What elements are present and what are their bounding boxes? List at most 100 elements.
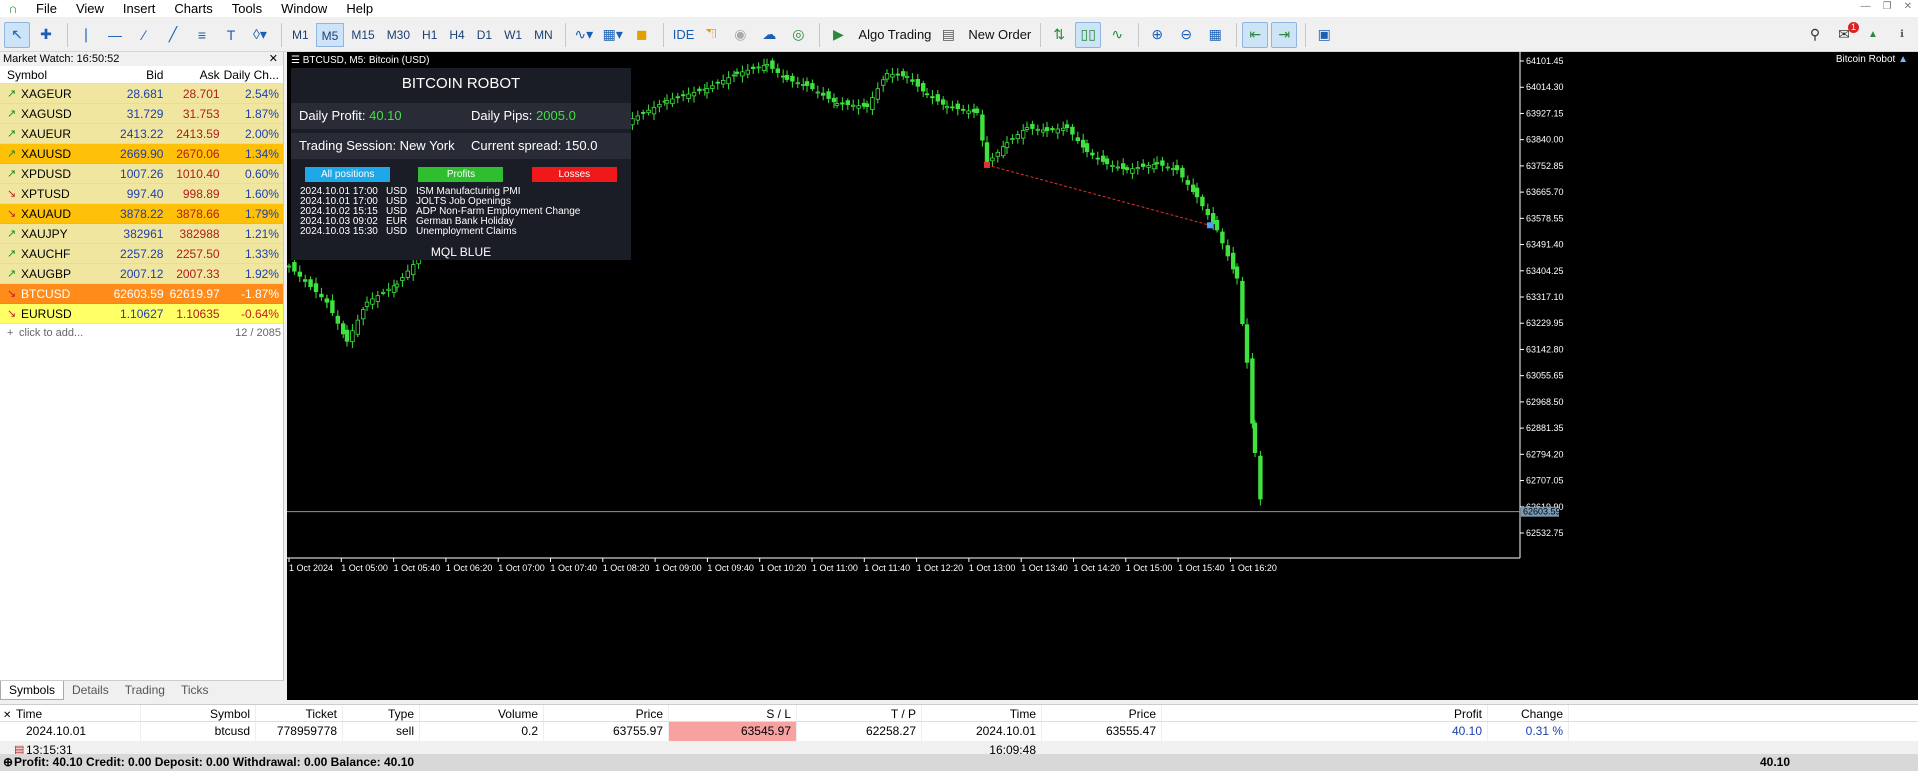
expand-icon[interactable]: ⊕ bbox=[3, 754, 13, 771]
new-order-button[interactable]: New Order bbox=[964, 27, 1035, 42]
bar-chart-icon[interactable]: ⇅ bbox=[1046, 22, 1072, 48]
trade-col-header[interactable]: Price bbox=[544, 705, 669, 721]
channel-icon[interactable]: ╱ bbox=[160, 22, 186, 48]
timeframe-m5[interactable]: M5 bbox=[315, 22, 345, 47]
fibonacci-icon[interactable]: ≡ bbox=[189, 22, 215, 48]
crosshair-icon[interactable]: ✚ bbox=[33, 22, 59, 48]
tab-ticks[interactable]: Ticks bbox=[173, 681, 217, 700]
trade-col-header[interactable]: Symbol bbox=[141, 705, 256, 721]
tab-symbols[interactable]: Symbols bbox=[0, 681, 65, 700]
trade-col-header[interactable]: Ticket bbox=[256, 705, 343, 721]
restore-icon[interactable]: ❐ bbox=[1883, 1, 1892, 12]
timeframe-h1[interactable]: H1 bbox=[417, 23, 442, 47]
trade-col-header[interactable]: Time bbox=[0, 705, 141, 721]
col-symbol[interactable]: Symbol bbox=[0, 66, 114, 83]
trade-col-header[interactable]: Time bbox=[922, 705, 1042, 721]
shapes-icon[interactable]: ◊▾ bbox=[247, 22, 273, 48]
new-order-icon[interactable]: ▤ bbox=[935, 22, 961, 48]
cursor-icon[interactable]: ↖ bbox=[4, 21, 30, 48]
chart-shift-icon[interactable]: ⇥ bbox=[1271, 21, 1298, 48]
trade-row[interactable]: 2024.10.01 13:15:31 ▤ btcusd 778959778 sell 0… bbox=[0, 722, 1918, 757]
col-bid[interactable]: Bid bbox=[114, 66, 168, 83]
candlestick-icon[interactable]: ▯▯ bbox=[1075, 21, 1102, 48]
market-watch-row[interactable]: ↘ XAUAUD 3878.22 3878.66 1.79% bbox=[0, 204, 283, 224]
col-daily-change[interactable]: Daily Ch... bbox=[224, 66, 283, 83]
notifications-icon[interactable]: ✉ 1 bbox=[1831, 21, 1859, 48]
profits-button[interactable]: Profits bbox=[418, 167, 504, 182]
trade-cell-type: sell bbox=[343, 722, 420, 741]
tab-details[interactable]: Details bbox=[64, 681, 117, 700]
menu-insert[interactable]: Insert bbox=[115, 0, 167, 17]
timeframe-d1[interactable]: D1 bbox=[472, 23, 497, 47]
algo-trading-button[interactable]: Algo Trading bbox=[854, 27, 935, 42]
trendline-icon[interactable]: ∕ bbox=[131, 22, 157, 48]
text-tool-icon[interactable]: T bbox=[218, 22, 244, 48]
line-chart-icon[interactable]: ∿ bbox=[1104, 22, 1130, 48]
market-watch-row[interactable]: ↗ XPDUSD 1007.26 1010.40 0.60% bbox=[0, 164, 283, 184]
minimize-icon[interactable]: — bbox=[1861, 1, 1871, 12]
expert-advisor-label[interactable]: Bitcoin Robot ▲ bbox=[1835, 54, 1908, 65]
close-icon[interactable]: ✕ bbox=[1904, 1, 1912, 12]
shopping-bag-icon[interactable]: ⛠ bbox=[698, 22, 724, 48]
zoom-out-icon[interactable]: ⊖ bbox=[1173, 22, 1199, 48]
close-trade-panel-icon[interactable]: ✕ bbox=[3, 710, 11, 721]
trade-col-header[interactable]: Volume bbox=[420, 705, 544, 721]
trade-col-header[interactable]: Profit bbox=[1162, 705, 1488, 721]
menu-window[interactable]: Window bbox=[273, 0, 338, 17]
market-watch-row[interactable]: ↗ XAUGBP 2007.12 2007.33 1.92% bbox=[0, 264, 283, 284]
screenshot-icon[interactable]: ▣ bbox=[1311, 22, 1337, 48]
market-icon[interactable]: ◼ bbox=[629, 22, 655, 48]
all-positions-button[interactable]: All positions bbox=[305, 167, 391, 182]
menu-tools[interactable]: Tools bbox=[224, 0, 273, 17]
timeframe-m1[interactable]: M1 bbox=[287, 23, 314, 47]
add-symbol-label[interactable]: click to add... bbox=[19, 324, 219, 342]
trade-col-header[interactable]: S / L bbox=[669, 705, 797, 721]
help-icon[interactable]: ℹ bbox=[1889, 22, 1915, 48]
market-watch-row[interactable]: ↗ XAGUSD 31.729 31.753 1.87% bbox=[0, 104, 283, 124]
candle-body bbox=[980, 114, 985, 141]
menu-help[interactable]: Help bbox=[338, 0, 384, 17]
tab-trading[interactable]: Trading bbox=[117, 681, 173, 700]
market-watch-row[interactable]: ↗ XAGEUR 28.681 28.701 2.54% bbox=[0, 84, 283, 104]
trade-col-header[interactable]: Price bbox=[1042, 705, 1162, 721]
horizontal-line-icon[interactable]: — bbox=[102, 22, 128, 48]
autoscroll-icon[interactable]: ⇤ bbox=[1242, 21, 1269, 48]
chart-window[interactable]: 64101.45 64014.30 63927.15 63840.00 63752.85… bbox=[287, 52, 1918, 700]
algo-trading-icon[interactable]: ▶ bbox=[825, 22, 851, 48]
ide-button[interactable]: IDE bbox=[669, 27, 699, 42]
signal-icon[interactable]: ◉ bbox=[727, 22, 753, 48]
timeframe-mn[interactable]: MN bbox=[529, 23, 558, 47]
close-icon[interactable]: ✕ bbox=[269, 52, 278, 66]
search-icon[interactable]: ⚲ bbox=[1802, 22, 1828, 48]
trade-col-header[interactable]: Change bbox=[1488, 705, 1569, 721]
indicators-icon[interactable]: ∿▾ bbox=[571, 22, 597, 48]
bid-value: 3878.22 bbox=[120, 207, 164, 221]
zoom-in-icon[interactable]: ⊕ bbox=[1144, 22, 1170, 48]
account-icon[interactable]: ▲ bbox=[1860, 22, 1886, 48]
timeframe-w1[interactable]: W1 bbox=[499, 23, 527, 47]
timeframe-m15[interactable]: M15 bbox=[346, 23, 379, 47]
menu-charts[interactable]: Charts bbox=[166, 0, 223, 17]
market-watch-row[interactable]: ↘ EURUSD 1.10627 1.10635 -0.64% bbox=[0, 304, 283, 324]
market-watch-row[interactable]: ↘ XPTUSD 997.40 998.89 1.60% bbox=[0, 184, 283, 204]
menu-file[interactable]: File bbox=[28, 0, 68, 17]
market-watch-row[interactable]: ↗ XAUCHF 2257.28 2257.50 1.33% bbox=[0, 244, 283, 264]
vps-icon[interactable]: ◎ bbox=[785, 22, 811, 48]
trade-col-header[interactable]: Type bbox=[343, 705, 420, 721]
menu-view[interactable]: View bbox=[68, 0, 115, 17]
chart-menu-icon[interactable]: ☰ bbox=[291, 55, 300, 66]
market-watch-row[interactable]: ↗ XAUJPY 382961 382988 1.21% bbox=[0, 224, 283, 244]
col-ask[interactable]: Ask bbox=[167, 66, 223, 83]
cloud-icon[interactable]: ☁ bbox=[756, 22, 782, 48]
vertical-line-icon[interactable]: ❘ bbox=[73, 22, 99, 48]
losses-button[interactable]: Losses bbox=[531, 167, 617, 182]
timeframe-m30[interactable]: M30 bbox=[382, 23, 415, 47]
timeframe-h4[interactable]: H4 bbox=[444, 23, 469, 47]
market-watch-row[interactable]: ↗ XAUUSD 2669.90 2670.06 1.34% bbox=[0, 144, 283, 164]
trade-col-header[interactable]: T / P bbox=[797, 705, 922, 721]
add-symbol-row[interactable]: + click to add... 12 / 2085 bbox=[0, 324, 283, 342]
market-watch-row[interactable]: ↗ XAUEUR 2413.22 2413.59 2.00% bbox=[0, 124, 283, 144]
market-watch-row[interactable]: ↘ BTCUSD 62603.59 62619.97 -1.87% bbox=[0, 284, 283, 304]
tile-windows-icon[interactable]: ▦ bbox=[1202, 22, 1228, 48]
templates-icon[interactable]: ▦▾ bbox=[600, 22, 626, 48]
